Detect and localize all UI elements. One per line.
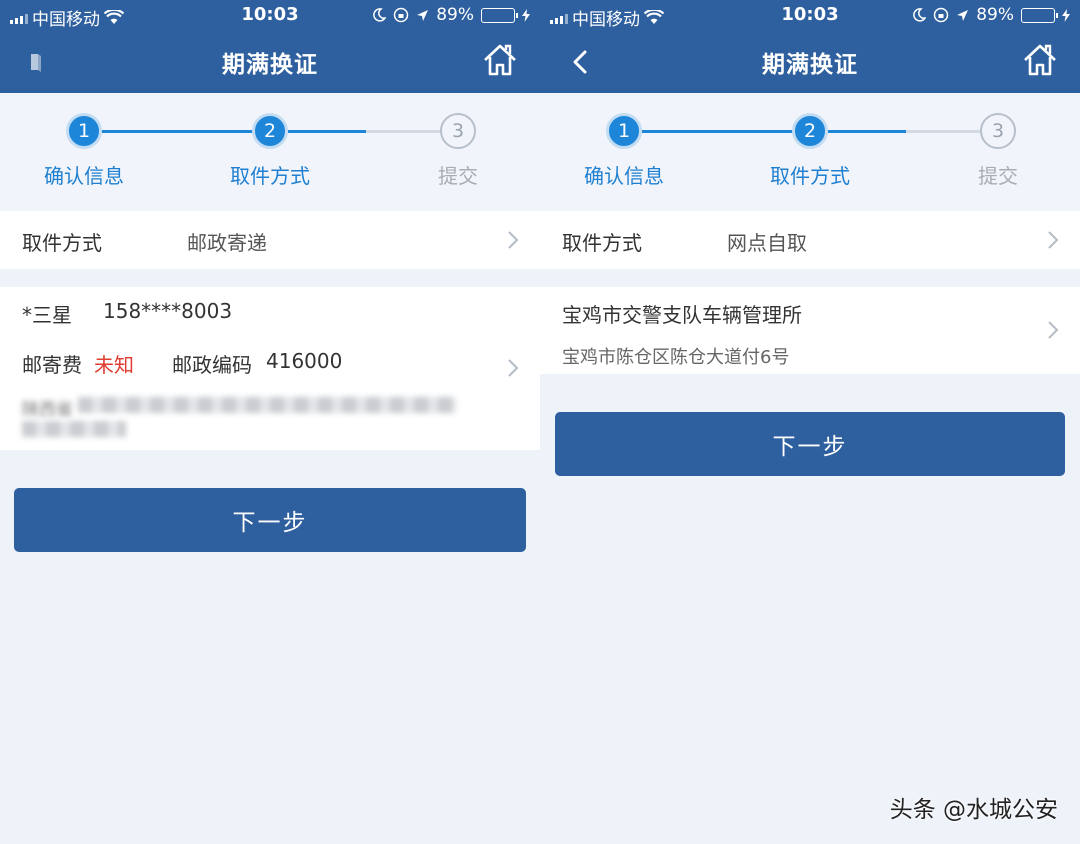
address-redacted <box>78 397 456 413</box>
chevron-right-icon <box>508 359 519 377</box>
header: 中国移动 10:03 89% 期满换证 <box>540 0 1080 93</box>
step-1-circle: 1 <box>66 113 102 149</box>
left-screen: 中国移动 10:03 89% 期满换证 1 2 3 确认信息 取件方式 提交 取… <box>0 0 540 844</box>
step-connector <box>366 130 442 133</box>
chevron-right-icon <box>1048 321 1059 339</box>
postcode-label: 邮政编码 <box>172 353 252 377</box>
station-address: 宝鸡市陈仓区陈仓大道付6号 <box>562 347 790 368</box>
step-connector <box>102 130 270 133</box>
step-connector <box>288 130 366 133</box>
step-2-label: 取件方式 <box>770 164 850 188</box>
step-indicator: 1 2 3 确认信息 取件方式 提交 <box>540 93 1080 210</box>
right-screen: 中国移动 10:03 89% 期满换证 1 2 3 确认信息 取件方式 提交 取… <box>540 0 1080 844</box>
charging-icon <box>522 8 530 22</box>
battery-icon <box>481 7 518 23</box>
step-3-label: 提交 <box>438 164 478 188</box>
step-1-circle: 1 <box>606 113 642 149</box>
step-3-circle: 3 <box>440 113 476 149</box>
step-indicator: 1 2 3 确认信息 取件方式 提交 <box>0 93 540 210</box>
postage-value: 未知 <box>94 353 134 377</box>
step-3-label: 提交 <box>978 164 1018 188</box>
pickup-method-value: 网点自取 <box>727 231 807 255</box>
pickup-method-label: 取件方式 <box>22 231 102 255</box>
step-2-label: 取件方式 <box>230 164 310 188</box>
recipient-name: *三星 <box>22 303 72 327</box>
step-2-circle: 2 <box>252 113 288 149</box>
postcode-value: 416000 <box>266 349 343 373</box>
location-icon <box>417 9 429 21</box>
page-title: 期满换证 <box>762 52 858 78</box>
address-redacted <box>22 421 126 437</box>
nav-bar: 期满换证 <box>540 32 1080 93</box>
postage-label: 邮寄费 <box>22 353 82 377</box>
location-icon <box>957 9 969 21</box>
chevron-right-icon <box>508 231 519 249</box>
page-title: 期满换证 <box>222 52 318 78</box>
pickup-station-card[interactable]: 宝鸡市交警支队车辆管理所 宝鸡市陈仓区陈仓大道付6号 <box>540 287 1080 374</box>
pickup-method-label: 取件方式 <box>562 231 642 255</box>
orientation-lock-icon <box>393 7 409 23</box>
moon-icon <box>373 8 387 22</box>
status-bar: 中国移动 10:03 89% <box>540 0 1080 32</box>
recipient-phone: 158****8003 <box>103 299 233 323</box>
home-icon[interactable] <box>1022 42 1058 78</box>
header: 中国移动 10:03 89% 期满换证 <box>0 0 540 93</box>
step-1-label: 确认信息 <box>44 164 124 188</box>
step-connector <box>642 130 810 133</box>
next-step-button[interactable]: 下一步 <box>14 488 526 552</box>
battery-icon <box>1021 7 1058 23</box>
step-1-label: 确认信息 <box>584 164 664 188</box>
step-connector <box>828 130 906 133</box>
station-name: 宝鸡市交警支队车辆管理所 <box>562 303 802 327</box>
orientation-lock-icon <box>933 7 949 23</box>
chevron-right-icon <box>1048 231 1059 249</box>
next-step-button[interactable]: 下一步 <box>555 412 1065 476</box>
step-connector <box>906 130 982 133</box>
watermark: 头条 @水城公安 <box>889 797 1058 823</box>
step-3-circle: 3 <box>980 113 1016 149</box>
pickup-method-value: 邮政寄递 <box>187 231 267 255</box>
pickup-method-row[interactable]: 取件方式 网点自取 <box>540 211 1080 269</box>
pickup-method-row[interactable]: 取件方式 邮政寄递 <box>0 211 540 269</box>
nav-bar: 期满换证 <box>0 32 540 93</box>
charging-icon <box>1062 8 1070 22</box>
battery-percent: 89% <box>436 5 474 25</box>
battery-percent: 89% <box>976 5 1014 25</box>
home-icon[interactable] <box>482 42 518 78</box>
address-card[interactable]: *三星 158****8003 邮寄费 未知 邮政编码 416000 陕西省 <box>0 287 540 450</box>
address-line: 陕西省 <box>22 400 73 420</box>
status-bar: 中国移动 10:03 89% <box>0 0 540 32</box>
moon-icon <box>913 8 927 22</box>
step-2-circle: 2 <box>792 113 828 149</box>
